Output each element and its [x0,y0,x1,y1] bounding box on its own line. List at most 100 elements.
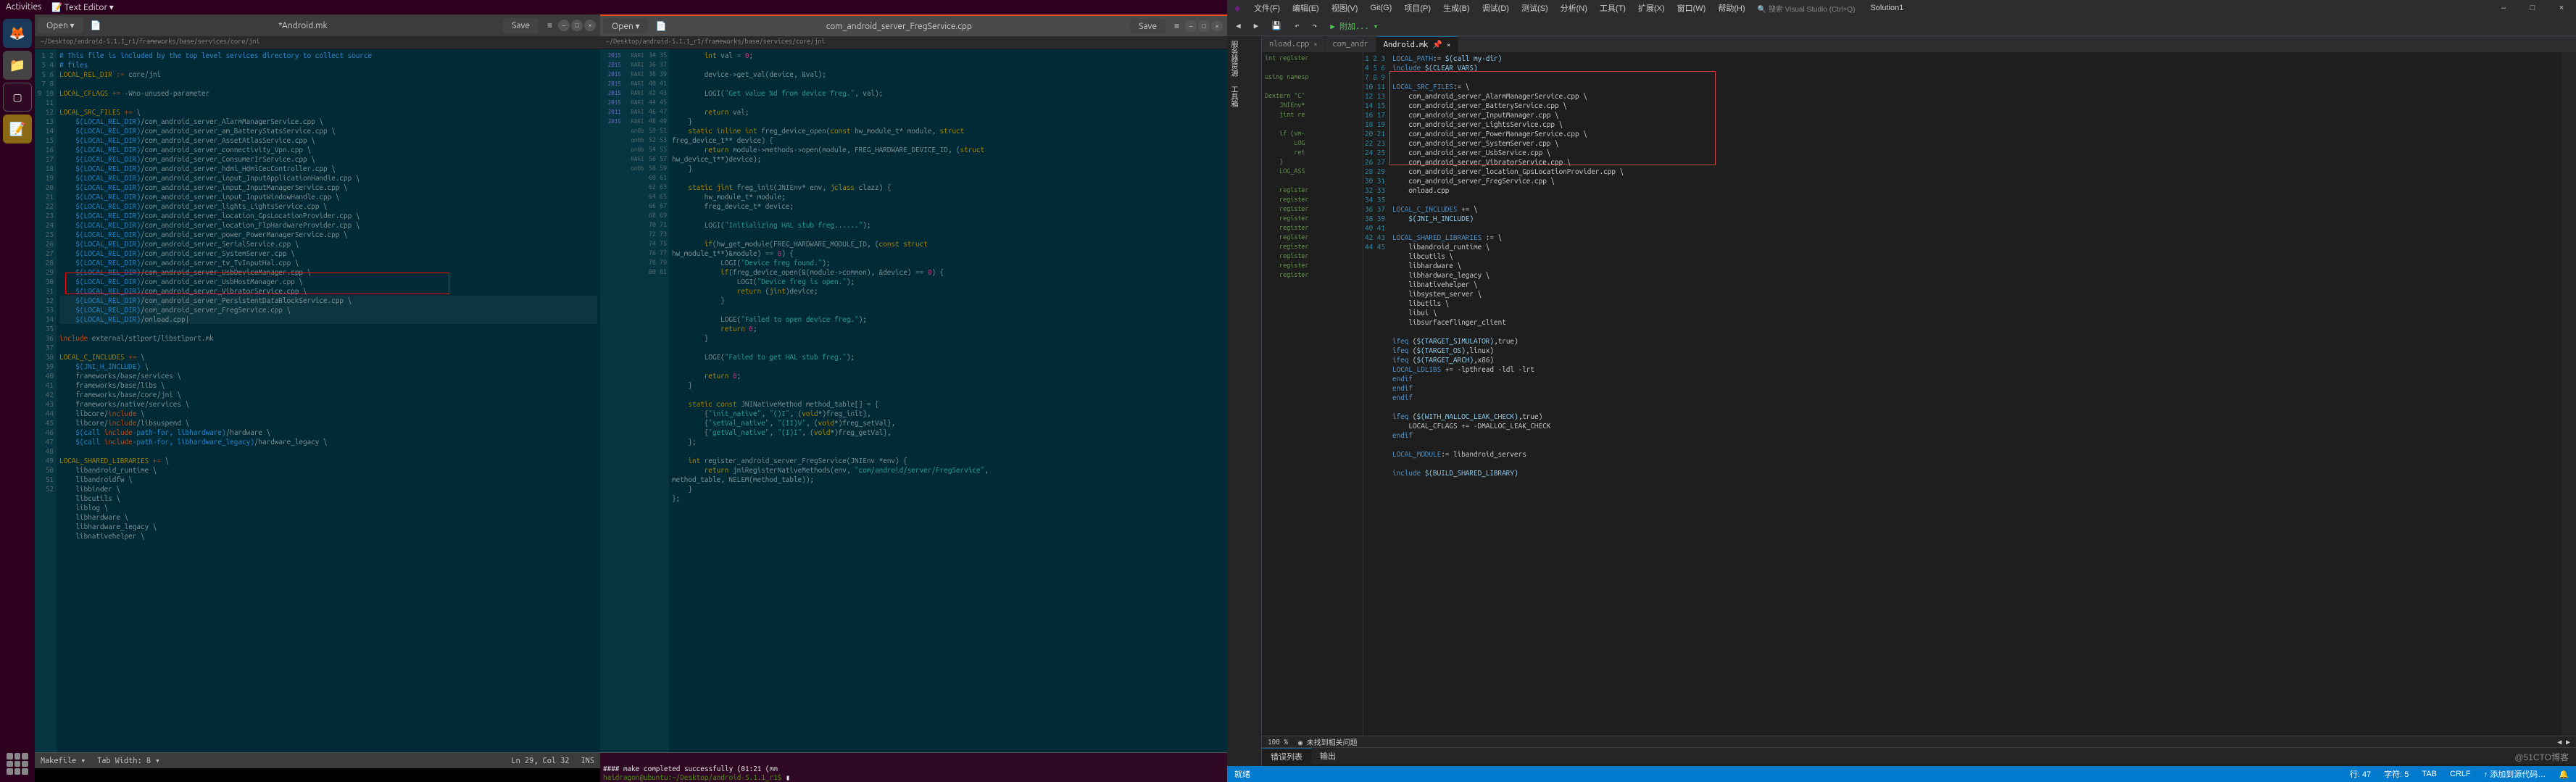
close-tab-icon[interactable]: × [1313,41,1317,48]
scrollbar[interactable] [2562,52,2576,736]
close-tab-icon[interactable]: × [1447,41,1450,49]
status-source-control[interactable]: ↑ 添加到源代码… [2484,768,2546,780]
menu-git[interactable]: Git(G) [1364,1,1397,14]
pin-icon[interactable]: 📌 [1432,40,1442,49]
maximize-button[interactable]: □ [2518,0,2547,16]
tab-width-selector[interactable]: Tab Width: 8 ▾ [97,756,160,765]
hamburger-icon[interactable]: ≡ [541,20,558,30]
bell-icon[interactable]: 🔔 [2559,770,2569,779]
vs-editor[interactable]: int register using namesp Dextern "C" JN… [1262,52,2576,736]
terminal-window[interactable]: #### make completed successfully (01:21 … [600,753,1227,782]
cursor-pos: Ln 29, Col 32 [511,757,569,765]
maximize-button[interactable]: □ [1198,20,1210,32]
save-button[interactable]: Save [503,18,539,33]
tab-output[interactable]: 输出 [1311,748,1345,764]
menu-tools[interactable]: 工具(T) [1594,0,1632,16]
vs-menubar: ◆ 文件(F) 编辑(E) 视图(V) Git(G) 项目(P) 生成(B) 调… [1227,0,2576,16]
nav-fwd-icon[interactable]: ▶ [1250,20,1263,32]
launcher-terminal-icon[interactable]: ▢ [3,83,32,112]
tab-errorlist[interactable]: 错误列表 [1262,748,1311,764]
code-content[interactable]: LOCAL_PATH:= $(call my-dir) include $(CL… [1389,52,2562,736]
editor-area[interactable]: 1 2 3 4 5 6 7 8 9 10 11 12 13 14 15 16 1… [35,49,600,752]
run-button[interactable]: ▶ 附加... ▾ [1326,19,1382,33]
vs-logo-icon: ◆ [1230,1,1245,15]
minimize-button[interactable]: – [1185,20,1197,32]
vs-left-sidebar[interactable]: 服务器资源 工具箱 [1227,36,1262,766]
launcher-files-icon[interactable]: 📁 [3,51,32,80]
status-crlf: CRLF [2450,770,2471,778]
hamburger-icon[interactable]: ≡ [1168,21,1185,31]
zoom-level[interactable]: 100 % [1268,738,1288,746]
status-tab: TAB [2422,770,2437,778]
file-title: com_android_server_FregService.cpp [671,22,1128,31]
file-title: *Android.mk [106,21,501,30]
code-content[interactable]: # This file is included by the top level… [57,49,600,752]
minimize-button[interactable]: – [558,20,570,31]
breadcrumb: ~/Desktop/android-5.1.1_r1/frameworks/ba… [600,36,1227,49]
menu-view[interactable]: 视图(V) [1326,0,1364,16]
tab-androidmk[interactable]: Android.mk 📌 × [1376,36,1458,52]
new-file-icon[interactable]: 📄 [86,20,106,30]
term-output: #### make completed successfully (01:21 … [603,765,778,773]
watermark: @51CTO博客 [2514,751,2569,763]
open-button[interactable]: Open ▾ [603,18,649,34]
tab-comandr[interactable]: com_andr [1326,36,1376,52]
search-box[interactable]: 🔍 搜索 Visual Studio (Ctrl+Q) [1758,3,1856,14]
launcher-firefox-icon[interactable]: 🦊 [3,19,32,48]
nav-back-icon[interactable]: ◀ [1231,20,1245,32]
code-content[interactable]: int val = 0; device->get_val(device, &va… [669,49,1227,752]
menu-debug[interactable]: 调试(D) [1476,0,1515,16]
blame-gutter: 2015 2015 2015 2015 2015 2015 2011 2015 … [600,49,669,752]
menu-file[interactable]: 文件(F) [1248,0,1286,16]
menu-window[interactable]: 窗口(W) [1671,0,1712,16]
menu-analyze[interactable]: 分析(N) [1555,0,1593,16]
term-prompt: haidragon@ubuntu:~/Desktop/android-5.1.1… [603,773,786,781]
close-button[interactable]: × [1211,20,1223,32]
undo-icon[interactable]: ↶ [1290,20,1304,32]
vs-ruler-bar: 100 % ◉ 未找到相关问题 ◀ ▶ [1262,736,2576,747]
close-button[interactable]: × [2547,0,2576,16]
editor-area[interactable]: 2015 2015 2015 2015 2015 2015 2011 2015 … [600,49,1227,752]
gedit1-titlebar: Open ▾ 📄 *Android.mk Save ≡ – □ × [35,14,600,36]
issues-indicator[interactable]: ◉ 未找到相关问题 [1298,736,1358,747]
redo-icon[interactable]: ↷ [1308,20,1322,32]
left-code-panel: int register using namesp Dextern "C" JN… [1262,52,1363,736]
gedit-window-1: Open ▾ 📄 *Android.mk Save ≡ – □ × ~/Desk… [35,14,600,768]
visual-studio-window: ◆ 文件(F) 编辑(E) 视图(V) Git(G) 项目(P) 生成(B) 调… [1227,0,2576,782]
launcher-texteditor-icon[interactable]: 📝 [3,115,32,143]
gedit-window-2: Open ▾ 📄 com_android_server_FregService.… [600,14,1227,768]
ubuntu-launcher: 🦊 📁 ▢ 📝 [0,14,35,782]
menu-extensions[interactable]: 扩展(X) [1632,0,1671,16]
launcher-apps-icon[interactable] [7,753,28,775]
vs-bottom-panel: 错误列表 输出 [1262,747,2576,766]
maximize-button[interactable]: □ [571,20,583,31]
ins-mode[interactable]: INS [581,757,594,765]
new-file-icon[interactable]: 📄 [652,21,671,31]
save-button[interactable]: Save [1130,19,1166,34]
status-char: 字符: 5 [2384,768,2409,780]
lang-selector[interactable]: Makefile ▾ [41,756,86,765]
line-gutter: 1 2 3 4 5 6 7 8 9 10 11 12 13 14 15 16 1… [35,49,57,752]
statusbar: Makefile ▾ Tab Width: 8 ▾ Ln 29, Col 32 … [35,752,600,768]
minimize-button[interactable]: – [2489,0,2518,16]
vs-main-area: nload.cpp× com_andr Android.mk 📌 × int r… [1262,36,2576,766]
menu-edit[interactable]: 编辑(E) [1287,0,1325,16]
status-line: 行: 47 [2350,768,2371,780]
status-ready: 就绪 [1234,768,1250,780]
breadcrumb: ~/Desktop/android-5.1.1_r1/frameworks/ba… [35,36,600,49]
tab-nload[interactable]: nload.cpp× [1262,36,1326,52]
sidebar-toolbox[interactable]: 工具箱 [1227,81,1241,112]
activities-button[interactable]: Activities [6,2,41,12]
vs-toolbar: ◀ ▶ 💾 ↶ ↷ ▶ 附加... ▾ [1227,16,2576,36]
menu-help[interactable]: 帮助(H) [1712,0,1750,16]
nav-marker[interactable]: ◀ ▶ [2557,738,2570,746]
save-icon[interactable]: 💾 [1267,20,1286,32]
app-menu[interactable]: 📝 Text Editor ▾ [51,2,114,12]
menu-project[interactable]: 项目(P) [1398,0,1437,16]
menu-build[interactable]: 生成(B) [1437,0,1476,16]
open-button[interactable]: Open ▾ [38,17,83,33]
close-button[interactable]: × [584,20,596,31]
sidebar-server-explorer[interactable]: 服务器资源 [1227,36,1241,81]
menu-test[interactable]: 测试(S) [1516,0,1554,16]
vs-tabs: nload.cpp× com_andr Android.mk 📌 × [1262,36,2576,52]
